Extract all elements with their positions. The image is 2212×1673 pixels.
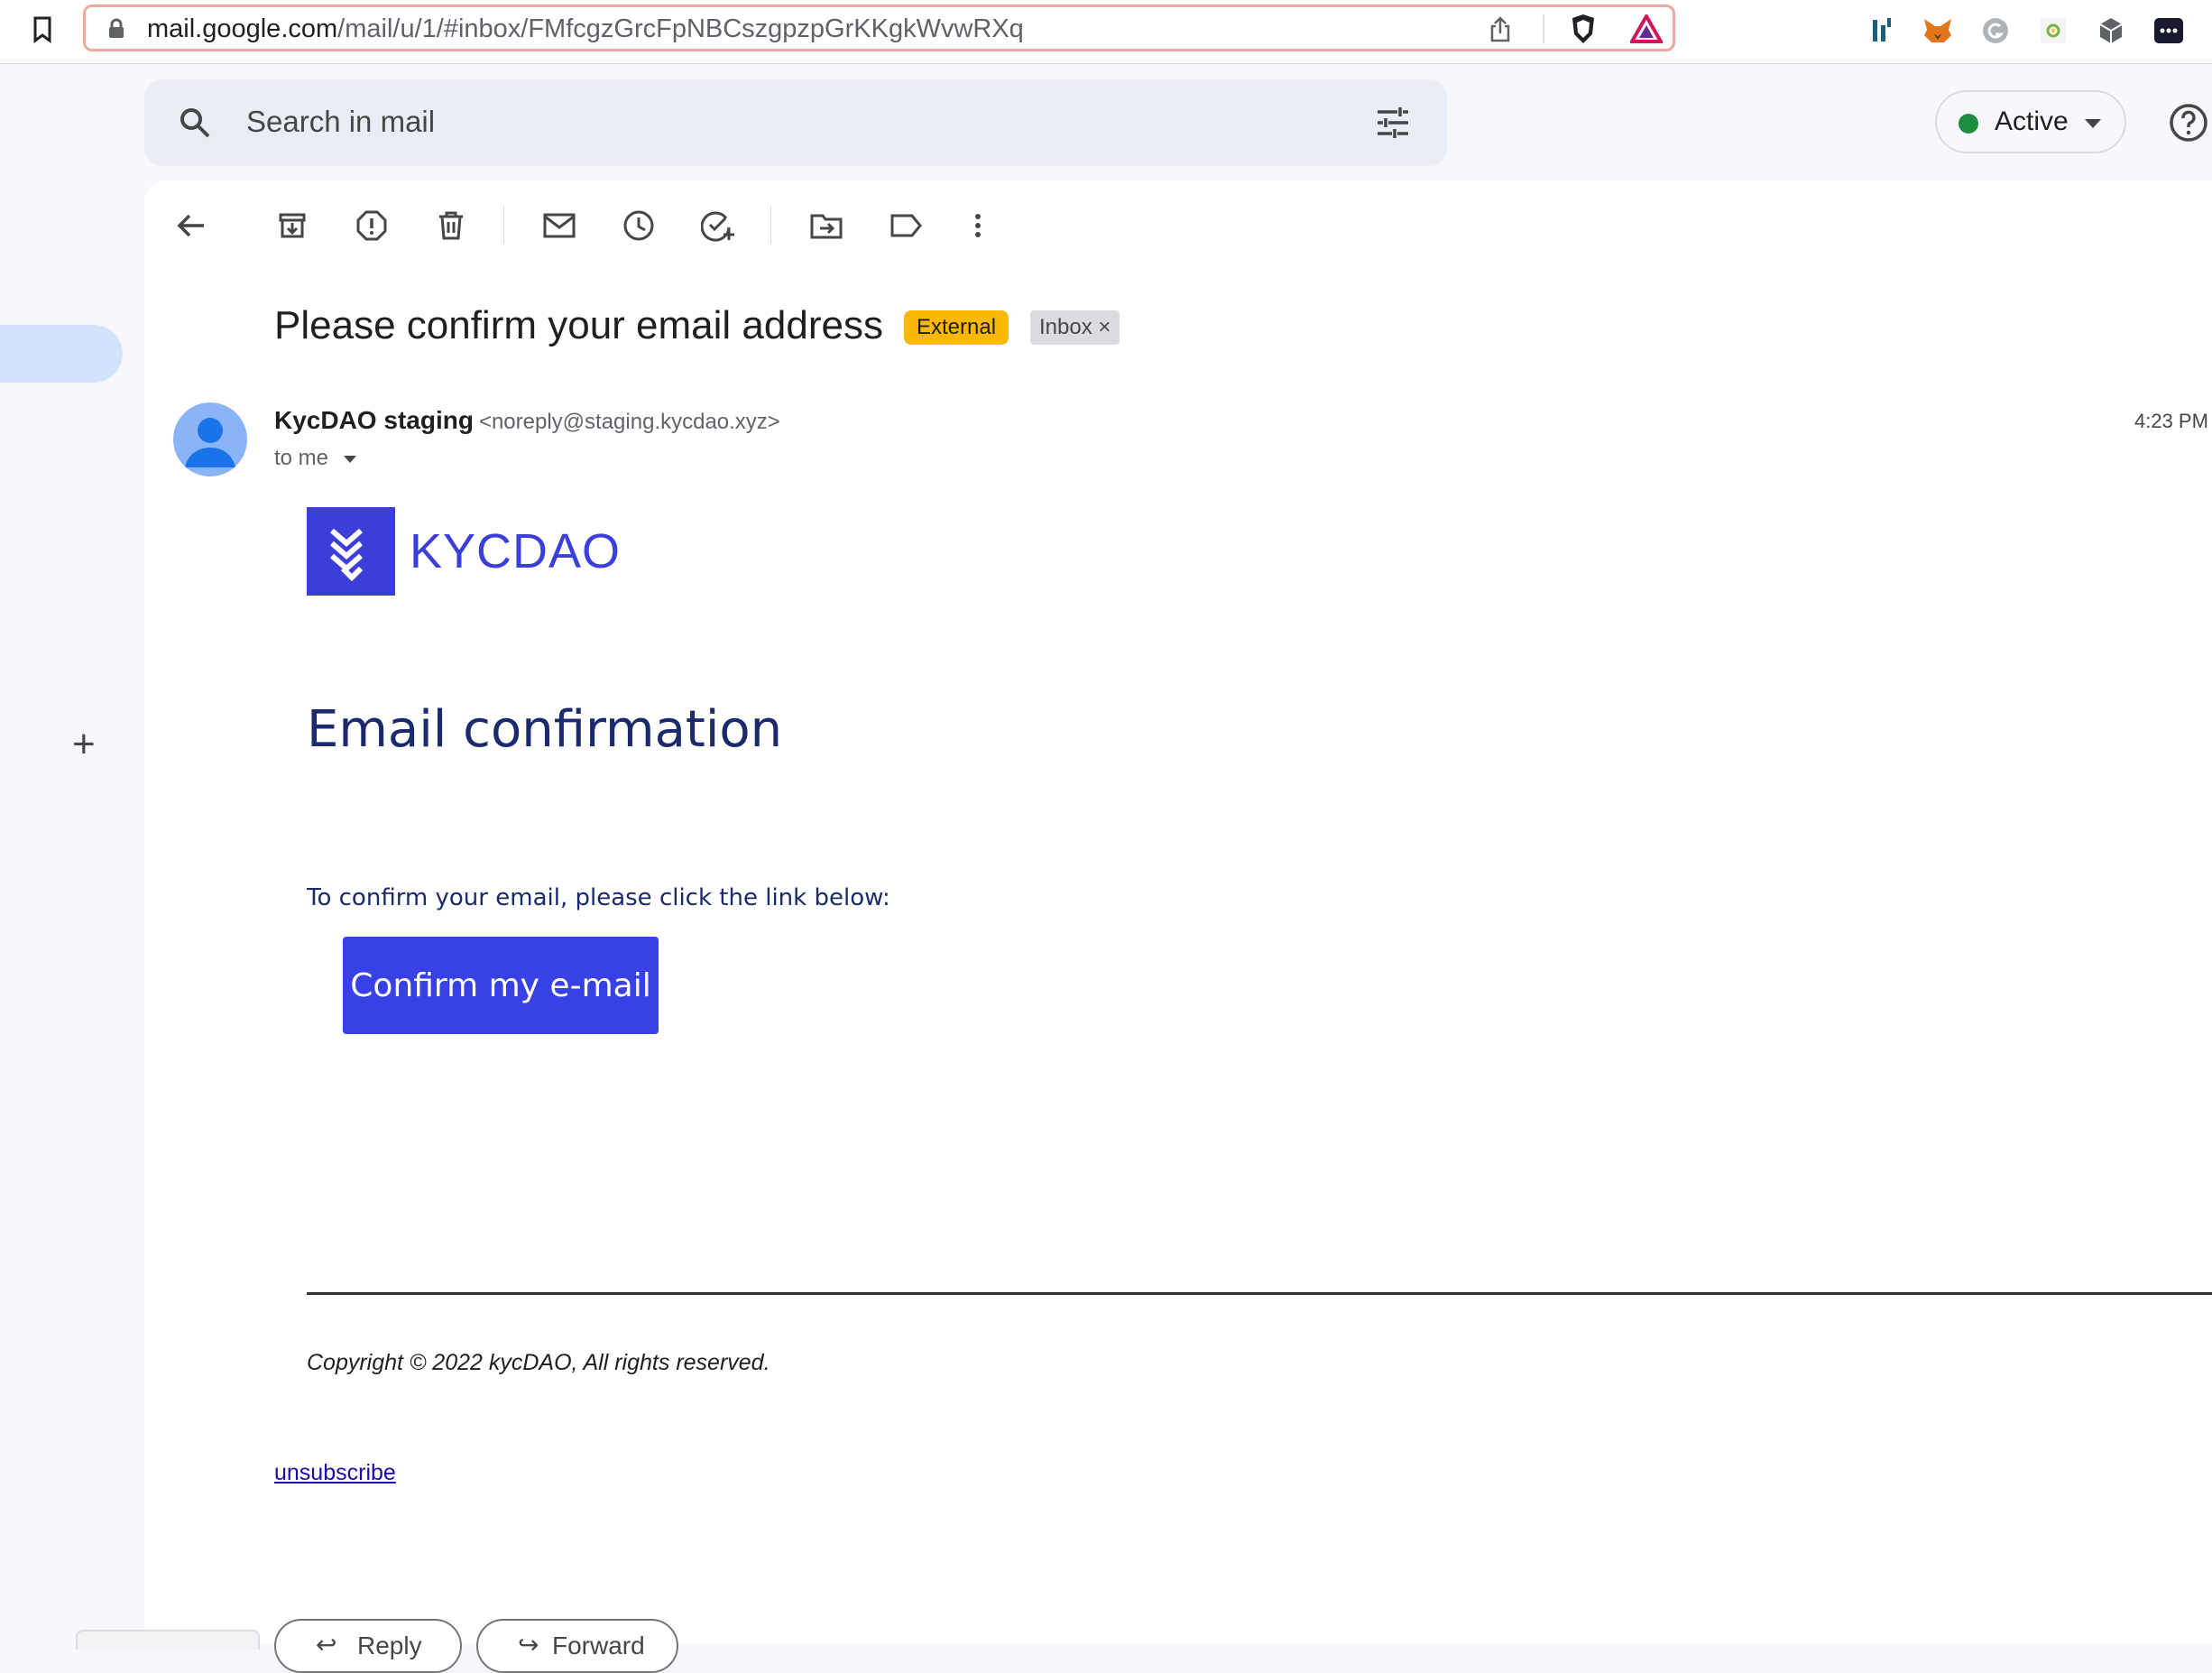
copyright-text: Copyright © 2022 kycDAO, All rights rese… (307, 1350, 770, 1375)
unsubscribe-link[interactable]: unsubscribe (274, 1460, 396, 1486)
status-dot (1959, 114, 1978, 134)
person-icon (185, 418, 235, 467)
help-icon[interactable] (2167, 101, 2210, 144)
search-icon[interactable] (175, 103, 215, 143)
grammarly-icon[interactable] (1977, 13, 2014, 49)
external-badge: External (904, 310, 1009, 345)
chevron-down-icon[interactable] (343, 455, 356, 463)
forward-label: Forward (552, 1631, 645, 1659)
reply-icon: ↩ (316, 1631, 337, 1659)
status-label: Active (1995, 106, 2069, 136)
avatar[interactable] (173, 402, 247, 476)
back-arrow-icon[interactable] (171, 206, 211, 245)
cube-extension-icon[interactable] (2093, 13, 2129, 49)
remove-label-icon[interactable]: × (1098, 315, 1111, 339)
brave-rewards-icon[interactable] (1628, 11, 1664, 47)
search-input[interactable]: Search in mail (246, 105, 435, 139)
recipient-dropdown[interactable]: to me (274, 446, 356, 471)
url-text: mail.google.com/mail/u/1/#inbox/FMfcgzGr… (147, 14, 1024, 44)
email-body-text: To confirm your email, please click the … (307, 884, 890, 911)
divider (1543, 14, 1544, 43)
metamask-fox-icon[interactable] (1920, 13, 1956, 49)
message-panel (144, 180, 2212, 1644)
share-icon[interactable] (1484, 13, 1516, 45)
email-subject: Please confirm your email address (274, 303, 883, 347)
reply-button[interactable]: ↩ Reply (274, 1619, 462, 1673)
report-spam-icon[interactable] (352, 206, 392, 245)
more-icon[interactable] (958, 206, 998, 245)
sender-info[interactable]: KycDAO staging <noreply@staging.kycdao.xy… (274, 406, 780, 435)
nav-selected-item[interactable] (0, 325, 123, 383)
sender-name[interactable]: KycDAO staging (274, 406, 474, 434)
archive-icon[interactable] (272, 206, 312, 245)
confirm-email-button[interactable]: Confirm my e-mail (343, 937, 659, 1034)
brave-shield-icon[interactable] (1565, 11, 1601, 47)
chevron-down-icon (2085, 119, 2101, 128)
extension-icon[interactable] (1864, 13, 1900, 49)
divider (307, 1292, 2212, 1295)
status-selector[interactable]: Active (1935, 90, 2126, 153)
mark-unread-icon[interactable] (539, 206, 579, 245)
extension-green-icon[interactable] (2035, 13, 2071, 49)
bottom-tab[interactable] (76, 1630, 260, 1650)
url-host: mail.google.com (147, 14, 338, 43)
forward-icon: ↪ (518, 1631, 539, 1659)
email-time: 4:23 PM (2134, 410, 2208, 432)
label-icon[interactable] (886, 206, 926, 245)
kycdao-logo-text: KYCDAO (410, 524, 622, 578)
inbox-label-badge[interactable]: Inbox × (1030, 310, 1120, 345)
lock-icon (104, 16, 129, 42)
toolbar-divider (503, 206, 504, 244)
kycdao-logo-mark (307, 507, 395, 596)
search-bar[interactable]: Search in mail (144, 79, 1447, 166)
delete-icon[interactable] (431, 206, 471, 245)
recipient-text: to me (274, 446, 329, 470)
bookmark-icon[interactable] (27, 13, 58, 47)
search-options-icon[interactable] (1373, 103, 1413, 143)
move-to-icon[interactable] (806, 206, 846, 245)
address-bar[interactable]: mail.google.com/mail/u/1/#inbox/FMfcgzGr… (83, 5, 1675, 51)
password-manager-icon[interactable] (2151, 13, 2187, 49)
toolbar-divider (770, 206, 771, 244)
add-label-plus-icon[interactable]: + (72, 722, 96, 767)
snooze-icon[interactable] (619, 206, 659, 245)
url-path: /mail/u/1/#inbox/FMfcgzGrcFpNBCszgpzpGrK… (337, 14, 1024, 43)
email-heading: Email confirmation (307, 700, 783, 759)
browser-toolbar: mail.google.com/mail/u/1/#inbox/FMfcgzGr… (0, 0, 2212, 64)
inbox-label-text: Inbox (1039, 315, 1092, 339)
sender-email: <noreply@staging.kycdao.xyz> (478, 410, 780, 434)
add-task-icon[interactable] (698, 206, 738, 245)
reply-label: Reply (357, 1631, 422, 1659)
forward-button[interactable]: ↪ Forward (476, 1619, 678, 1673)
